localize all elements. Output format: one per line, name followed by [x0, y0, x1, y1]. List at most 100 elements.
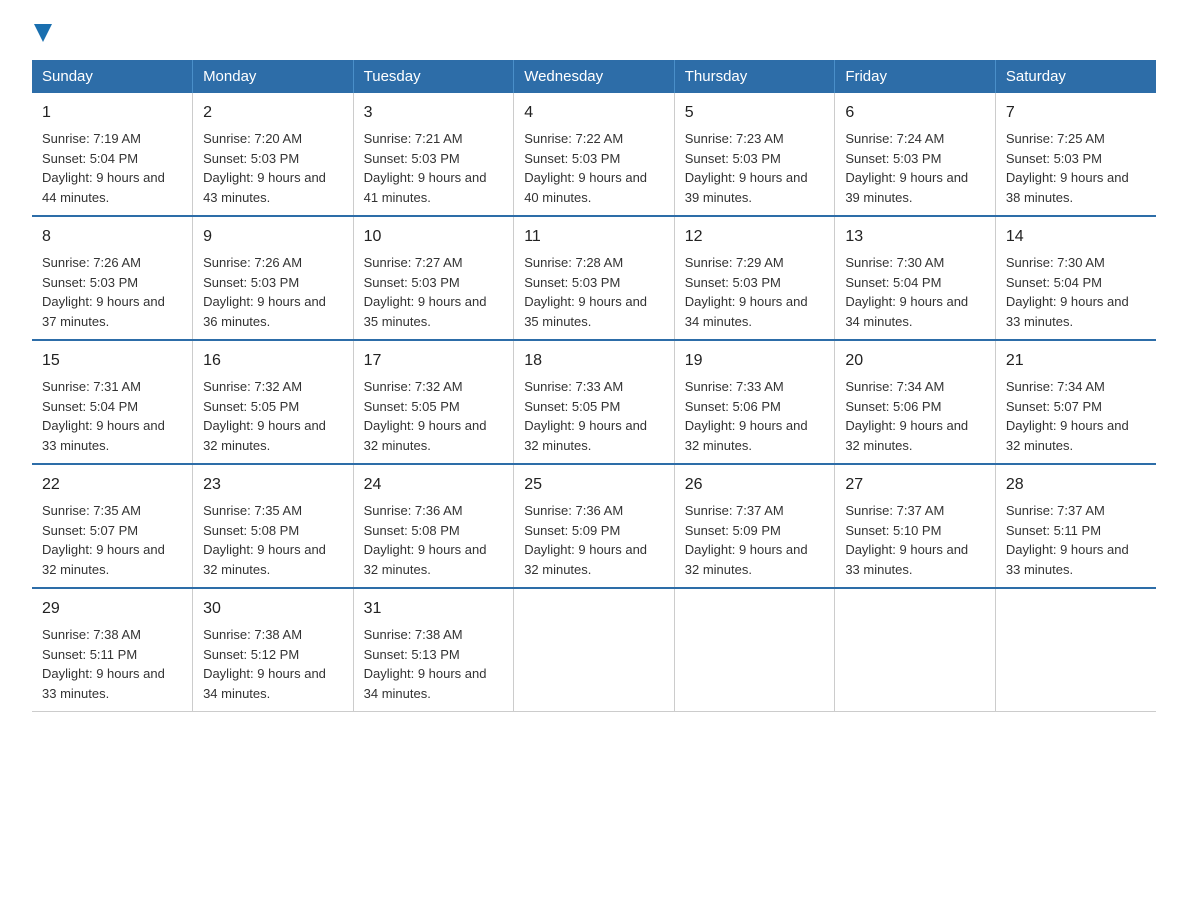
- day-info: Sunrise: 7:30 AMSunset: 5:04 PMDaylight:…: [845, 253, 985, 331]
- day-info: Sunrise: 7:35 AMSunset: 5:07 PMDaylight:…: [42, 501, 182, 579]
- logo-triangle-icon: [34, 24, 52, 42]
- day-number: 2: [203, 101, 343, 125]
- day-number: 5: [685, 101, 825, 125]
- calendar-cell: 22 Sunrise: 7:35 AMSunset: 5:07 PMDayligh…: [32, 464, 193, 588]
- calendar-cell: 1Sunrise: 7:19 AMSunset: 5:04 PMDaylight…: [32, 93, 193, 216]
- calendar-cell: 29 Sunrise: 7:38 AMSunset: 5:11 PMDayligh…: [32, 588, 193, 712]
- calendar-cell: 26 Sunrise: 7:37 AMSunset: 5:09 PMDayligh…: [674, 464, 835, 588]
- day-info: Sunrise: 7:22 AMSunset: 5:03 PMDaylight:…: [524, 129, 664, 207]
- day-info: Sunrise: 7:38 AMSunset: 5:12 PMDaylight:…: [203, 625, 343, 703]
- day-info: Sunrise: 7:38 AMSunset: 5:11 PMDaylight:…: [42, 625, 182, 703]
- day-number: 19: [685, 349, 825, 373]
- calendar-table: SundayMondayTuesdayWednesdayThursdayFrid…: [32, 60, 1156, 712]
- day-number: 25: [524, 473, 664, 497]
- day-info: Sunrise: 7:30 AMSunset: 5:04 PMDaylight:…: [1006, 253, 1146, 331]
- day-number: 13: [845, 225, 985, 249]
- calendar-cell: 31 Sunrise: 7:38 AMSunset: 5:13 PMDayligh…: [353, 588, 514, 712]
- day-number: 18: [524, 349, 664, 373]
- day-info: Sunrise: 7:23 AMSunset: 5:03 PMDaylight:…: [685, 129, 825, 207]
- calendar-cell: 3Sunrise: 7:21 AMSunset: 5:03 PMDaylight…: [353, 93, 514, 216]
- day-info: Sunrise: 7:33 AMSunset: 5:06 PMDaylight:…: [685, 377, 825, 455]
- column-header-thursday: Thursday: [674, 60, 835, 93]
- day-info: Sunrise: 7:37 AMSunset: 5:10 PMDaylight:…: [845, 501, 985, 579]
- day-number: 20: [845, 349, 985, 373]
- day-number: 27: [845, 473, 985, 497]
- calendar-cell: 17 Sunrise: 7:32 AMSunset: 5:05 PMDayligh…: [353, 340, 514, 464]
- calendar-week-row: 29 Sunrise: 7:38 AMSunset: 5:11 PMDayligh…: [32, 588, 1156, 712]
- calendar-cell: 25 Sunrise: 7:36 AMSunset: 5:09 PMDayligh…: [514, 464, 675, 588]
- day-number: 11: [524, 225, 664, 249]
- calendar-cell: 18 Sunrise: 7:33 AMSunset: 5:05 PMDayligh…: [514, 340, 675, 464]
- day-number: 26: [685, 473, 825, 497]
- day-number: 31: [364, 597, 504, 621]
- calendar-cell: [835, 588, 996, 712]
- day-number: 16: [203, 349, 343, 373]
- calendar-cell: [514, 588, 675, 712]
- column-header-wednesday: Wednesday: [514, 60, 675, 93]
- day-number: 30: [203, 597, 343, 621]
- calendar-cell: 27 Sunrise: 7:37 AMSunset: 5:10 PMDayligh…: [835, 464, 996, 588]
- column-header-tuesday: Tuesday: [353, 60, 514, 93]
- calendar-week-row: 1Sunrise: 7:19 AMSunset: 5:04 PMDaylight…: [32, 93, 1156, 216]
- calendar-cell: 23Sunrise: 7:35 AMSunset: 5:08 PMDayligh…: [193, 464, 354, 588]
- calendar-header-row: SundayMondayTuesdayWednesdayThursdayFrid…: [32, 60, 1156, 93]
- day-number: 9: [203, 225, 343, 249]
- calendar-cell: 2 Sunrise: 7:20 AMSunset: 5:03 PMDaylight…: [193, 93, 354, 216]
- calendar-cell: 6Sunrise: 7:24 AMSunset: 5:03 PMDaylight…: [835, 93, 996, 216]
- day-info: Sunrise: 7:27 AMSunset: 5:03 PMDaylight:…: [364, 253, 504, 331]
- day-info: Sunrise: 7:21 AMSunset: 5:03 PMDaylight:…: [364, 129, 504, 207]
- calendar-cell: 24 Sunrise: 7:36 AMSunset: 5:08 PMDayligh…: [353, 464, 514, 588]
- day-info: Sunrise: 7:36 AMSunset: 5:08 PMDaylight:…: [364, 501, 504, 579]
- day-number: 14: [1006, 225, 1146, 249]
- day-info: Sunrise: 7:25 AMSunset: 5:03 PMDaylight:…: [1006, 129, 1146, 207]
- calendar-cell: 5 Sunrise: 7:23 AMSunset: 5:03 PMDaylight…: [674, 93, 835, 216]
- page-header: [32, 24, 1156, 42]
- day-number: 15: [42, 349, 182, 373]
- calendar-cell: 21Sunrise: 7:34 AMSunset: 5:07 PMDayligh…: [995, 340, 1156, 464]
- calendar-cell: 16Sunrise: 7:32 AMSunset: 5:05 PMDayligh…: [193, 340, 354, 464]
- calendar-cell: [995, 588, 1156, 712]
- day-info: Sunrise: 7:34 AMSunset: 5:06 PMDaylight:…: [845, 377, 985, 455]
- day-info: Sunrise: 7:38 AMSunset: 5:13 PMDaylight:…: [364, 625, 504, 703]
- day-number: 22: [42, 473, 182, 497]
- calendar-cell: 30 Sunrise: 7:38 AMSunset: 5:12 PMDayligh…: [193, 588, 354, 712]
- day-info: Sunrise: 7:37 AMSunset: 5:11 PMDaylight:…: [1006, 501, 1146, 579]
- calendar-cell: 14 Sunrise: 7:30 AMSunset: 5:04 PMDayligh…: [995, 216, 1156, 340]
- day-info: Sunrise: 7:32 AMSunset: 5:05 PMDaylight:…: [364, 377, 504, 455]
- day-info: Sunrise: 7:37 AMSunset: 5:09 PMDaylight:…: [685, 501, 825, 579]
- calendar-cell: 13 Sunrise: 7:30 AMSunset: 5:04 PMDayligh…: [835, 216, 996, 340]
- day-number: 6: [845, 101, 985, 125]
- day-info: Sunrise: 7:29 AMSunset: 5:03 PMDaylight:…: [685, 253, 825, 331]
- day-info: Sunrise: 7:28 AMSunset: 5:03 PMDaylight:…: [524, 253, 664, 331]
- day-number: 7: [1006, 101, 1146, 125]
- day-number: 8: [42, 225, 182, 249]
- day-info: Sunrise: 7:20 AMSunset: 5:03 PMDaylight:…: [203, 129, 343, 207]
- day-number: 23: [203, 473, 343, 497]
- calendar-cell: 8 Sunrise: 7:26 AMSunset: 5:03 PMDaylight…: [32, 216, 193, 340]
- calendar-week-row: 22 Sunrise: 7:35 AMSunset: 5:07 PMDayligh…: [32, 464, 1156, 588]
- day-number: 12: [685, 225, 825, 249]
- day-number: 24: [364, 473, 504, 497]
- day-number: 10: [364, 225, 504, 249]
- day-info: Sunrise: 7:26 AMSunset: 5:03 PMDaylight:…: [203, 253, 343, 331]
- day-info: Sunrise: 7:34 AMSunset: 5:07 PMDaylight:…: [1006, 377, 1146, 455]
- day-info: Sunrise: 7:33 AMSunset: 5:05 PMDaylight:…: [524, 377, 664, 455]
- calendar-cell: 4 Sunrise: 7:22 AMSunset: 5:03 PMDaylight…: [514, 93, 675, 216]
- day-info: Sunrise: 7:26 AMSunset: 5:03 PMDaylight:…: [42, 253, 182, 331]
- day-number: 28: [1006, 473, 1146, 497]
- calendar-cell: 28 Sunrise: 7:37 AMSunset: 5:11 PMDayligh…: [995, 464, 1156, 588]
- day-info: Sunrise: 7:19 AMSunset: 5:04 PMDaylight:…: [42, 129, 182, 207]
- column-header-saturday: Saturday: [995, 60, 1156, 93]
- day-number: 17: [364, 349, 504, 373]
- day-number: 4: [524, 101, 664, 125]
- calendar-cell: 15Sunrise: 7:31 AMSunset: 5:04 PMDayligh…: [32, 340, 193, 464]
- calendar-cell: 7 Sunrise: 7:25 AMSunset: 5:03 PMDaylight…: [995, 93, 1156, 216]
- calendar-cell: 12 Sunrise: 7:29 AMSunset: 5:03 PMDayligh…: [674, 216, 835, 340]
- column-header-monday: Monday: [193, 60, 354, 93]
- logo: [32, 24, 52, 42]
- column-header-friday: Friday: [835, 60, 996, 93]
- calendar-cell: 19 Sunrise: 7:33 AMSunset: 5:06 PMDayligh…: [674, 340, 835, 464]
- day-info: Sunrise: 7:36 AMSunset: 5:09 PMDaylight:…: [524, 501, 664, 579]
- day-number: 29: [42, 597, 182, 621]
- calendar-cell: 9 Sunrise: 7:26 AMSunset: 5:03 PMDaylight…: [193, 216, 354, 340]
